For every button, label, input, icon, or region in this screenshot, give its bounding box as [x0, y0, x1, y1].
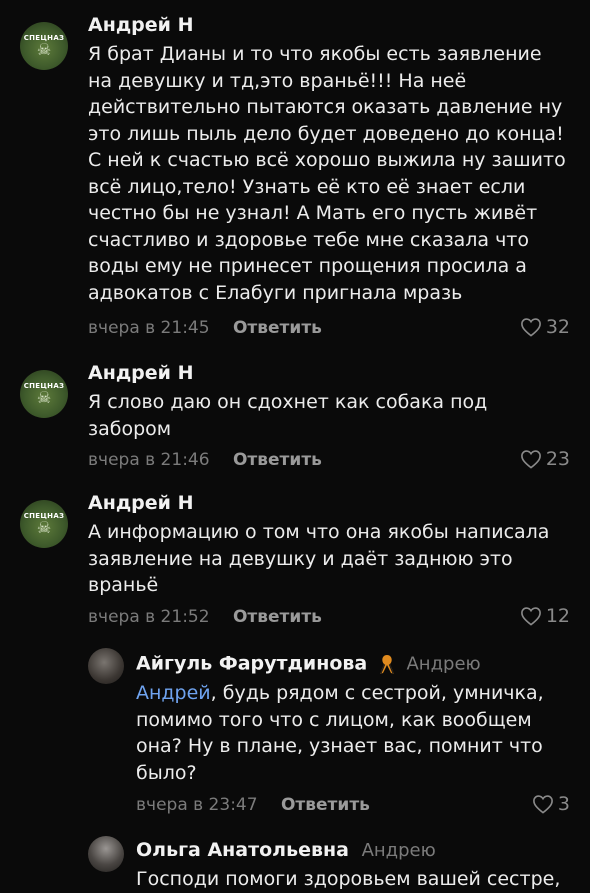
comment-time: вчера в 23:47 — [136, 795, 258, 815]
comment-author[interactable]: Андрей Н — [88, 362, 194, 384]
text-line: это лишь пыль дело будет доведено до кон… — [88, 122, 564, 145]
reply-button[interactable]: Ответить — [233, 607, 322, 627]
comment-meta: вчера в 21:45 Ответить — [88, 318, 322, 338]
comment-text: А информацию о том что она якобы написал… — [88, 519, 578, 599]
author-name: Айгуль Фарутдинова — [136, 652, 368, 675]
text-line: забором — [88, 417, 172, 440]
like-button[interactable]: 12 — [520, 605, 570, 627]
skull-emblem-icon: ☠ — [36, 518, 52, 537]
like-button[interactable]: 23 — [520, 448, 570, 470]
comment-time: вчера в 21:52 — [88, 607, 210, 627]
author-name: Ольга Анатольевна — [136, 839, 349, 861]
comment-text: Господи помоги здоровьем вашей сестре, — [136, 866, 576, 893]
reply-button[interactable]: Ответить — [281, 795, 370, 815]
text-line: счастливо и здоровье тебе мне сказала чт… — [88, 228, 529, 251]
text-line: действительно пытаются оказать давление … — [88, 96, 563, 118]
like-count: 3 — [557, 793, 570, 815]
text-line: заявление на девушку и даёт заднюю это — [88, 547, 513, 570]
avatar[interactable] — [88, 836, 124, 872]
reply-to-label[interactable]: Андрею — [362, 840, 436, 861]
like-count: 32 — [545, 316, 570, 338]
skull-emblem-icon: ☠ — [36, 40, 52, 59]
like-button[interactable]: 32 — [520, 316, 570, 338]
heart-icon — [520, 318, 541, 337]
comment-time: вчера в 21:46 — [88, 450, 210, 470]
text-line: было? — [136, 761, 197, 784]
avatar[interactable]: СПЕЦНАЗ ☠ — [20, 22, 68, 70]
heart-icon — [520, 607, 541, 626]
st-george-ribbon-icon — [379, 655, 394, 674]
like-button[interactable]: 3 — [532, 793, 570, 815]
reply-button[interactable]: Ответить — [233, 450, 322, 470]
reply-to-label[interactable]: Андрею — [406, 654, 480, 675]
heart-icon — [532, 795, 553, 814]
avatar[interactable]: СПЕЦНАЗ ☠ — [20, 500, 68, 548]
text-line: на девушку и тд,это враньё!!! На неё — [88, 69, 467, 92]
heart-icon — [520, 450, 541, 469]
comment-author[interactable]: Андрей Н — [88, 492, 194, 514]
comment-meta: вчера в 23:47 Ответить — [136, 795, 370, 815]
text-line: адвокатов с Елабуги пригнала мразь — [88, 281, 463, 304]
like-count: 23 — [545, 448, 570, 470]
text-line: Господи помоги здоровьем вашей сестре, — [136, 868, 561, 890]
mention-link[interactable]: Андрей — [136, 682, 211, 704]
text-fragment: , будь рядом с сестрой, умничка, — [210, 682, 544, 704]
text-line: Я слово даю он сдохнет как собака под — [88, 391, 488, 413]
comment-text: Я слово даю он сдохнет как собака под за… — [88, 389, 578, 442]
comment-author[interactable]: Ольга Анатольевна Андрею — [136, 839, 436, 861]
reply-button[interactable]: Ответить — [233, 318, 322, 338]
text-line: она? Ну в плане, узнает вас, помнит что — [136, 735, 543, 757]
avatar[interactable] — [88, 648, 124, 684]
text-line: враньё — [88, 574, 159, 596]
text-line: Андрей, будь рядом с сестрой, умничка, — [136, 680, 576, 707]
text-line: честно бы не узнал! А Мать его пусть жив… — [88, 202, 538, 224]
comment-text: Я брат Дианы и то что якобы есть заявлен… — [88, 41, 578, 306]
comment-meta: вчера в 21:52 Ответить — [88, 607, 322, 627]
text-line: помимо того что с лицом, как вообщем — [136, 708, 532, 731]
text-line: воды ему не принесет прощения просила а — [88, 255, 527, 277]
text-line: всё лицо,тело! Узнать её кто её знает ес… — [88, 175, 526, 198]
text-line: Я брат Дианы и то что якобы есть заявлен… — [88, 43, 542, 65]
avatar[interactable]: СПЕЦНАЗ ☠ — [20, 370, 68, 418]
like-count: 12 — [545, 605, 570, 627]
text-line: А информацию о том что она якобы написал… — [88, 521, 550, 543]
text-line: С ней к счастью всё хорошо выжила ну заш… — [88, 149, 566, 171]
comments-feed: СПЕЦНАЗ ☠ Андрей Н Я брат Дианы и то что… — [0, 0, 590, 893]
comment-time: вчера в 21:45 — [88, 318, 210, 338]
comment-meta: вчера в 21:46 Ответить — [88, 450, 322, 470]
skull-emblem-icon: ☠ — [36, 388, 52, 407]
comment-author[interactable]: Айгуль Фарутдинова Андрею — [136, 652, 481, 676]
comment-text: Андрей, будь рядом с сестрой, умничка, п… — [136, 680, 576, 786]
comment-author[interactable]: Андрей Н — [88, 14, 194, 36]
